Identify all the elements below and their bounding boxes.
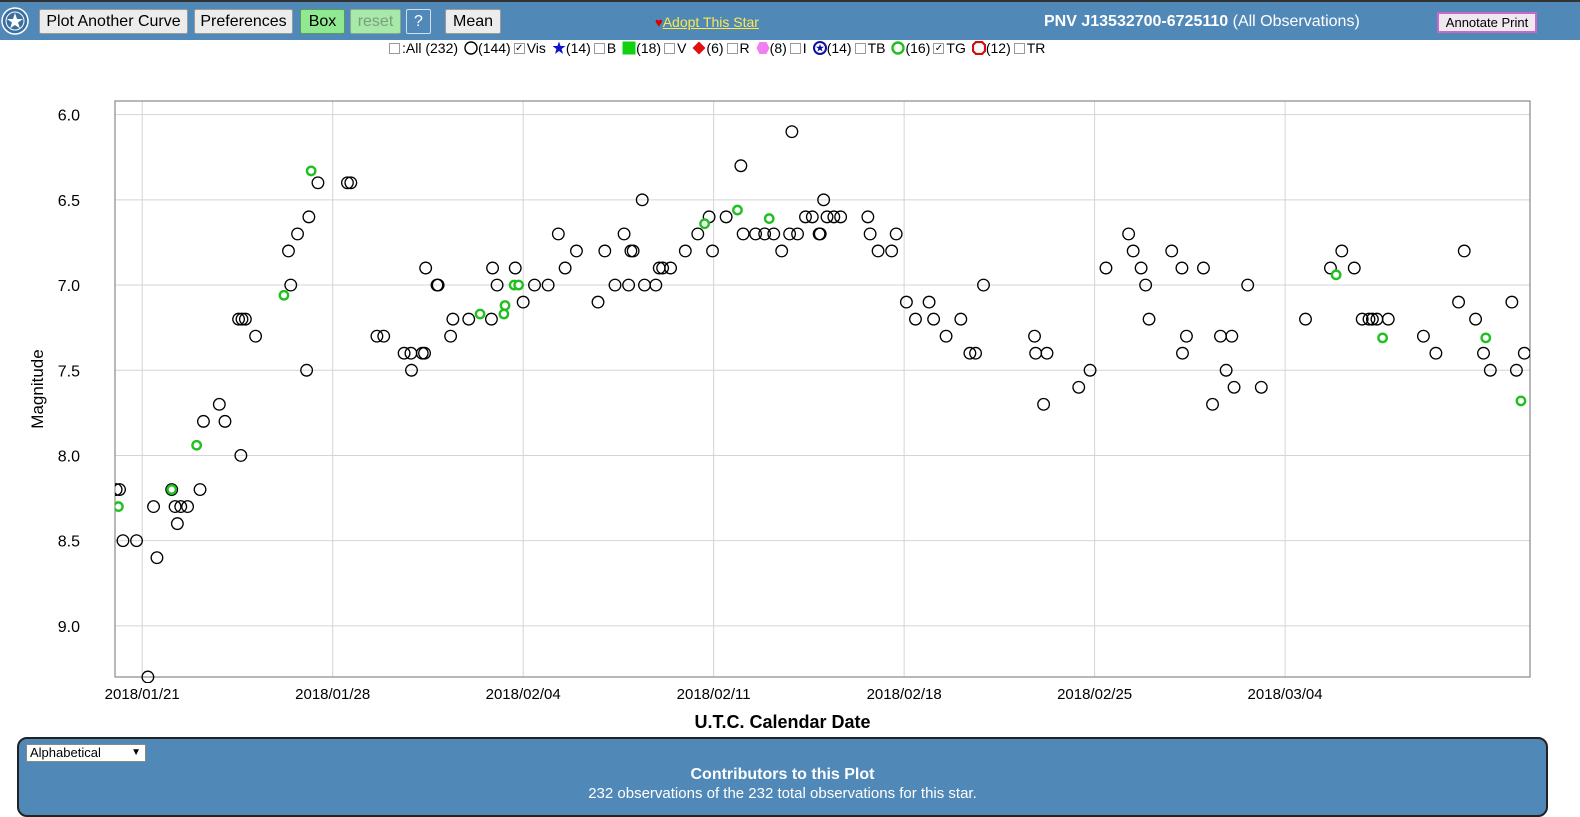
legend-item-b: (14) B bbox=[548, 40, 618, 56]
legend-item-tr: (12) TR bbox=[968, 40, 1048, 56]
x-tick-label: 2018/01/21 bbox=[105, 686, 180, 703]
y-tick-label: 7.0 bbox=[58, 278, 80, 295]
tg-point[interactable] bbox=[498, 308, 510, 320]
tg-point[interactable] bbox=[732, 204, 743, 216]
legend-count: (18) bbox=[636, 40, 662, 56]
x-tick-label: 2018/02/25 bbox=[1057, 686, 1132, 703]
sort-order-value: Alphabetical bbox=[30, 745, 101, 760]
legend-checkbox[interactable]: ✓ bbox=[933, 42, 945, 54]
tg-point[interactable] bbox=[763, 213, 775, 224]
tg-point[interactable] bbox=[166, 484, 178, 495]
star-name: PNV J13532700-6725110 bbox=[1044, 13, 1229, 30]
legend-label: TG bbox=[946, 40, 966, 56]
legend-label: Vis bbox=[526, 40, 546, 56]
annotate-print-button[interactable]: Annotate Print bbox=[1437, 12, 1537, 33]
legend-checkbox[interactable] bbox=[1013, 42, 1025, 54]
tg-point[interactable] bbox=[499, 300, 511, 311]
hexagon-icon bbox=[756, 42, 770, 54]
plot-area bbox=[115, 101, 1530, 677]
contributors-title: Contributors to this Plot bbox=[690, 766, 875, 783]
legend-label: TR bbox=[1026, 40, 1046, 56]
legend-count: (14) bbox=[565, 40, 591, 56]
legend-label: TB bbox=[867, 40, 886, 56]
legend-checkbox[interactable] bbox=[593, 42, 605, 54]
y-tick-label: 6.5 bbox=[58, 193, 80, 210]
sort-order-select[interactable]: Alphabetical ▼ bbox=[26, 744, 146, 762]
legend-item-tg: (16) ✓ TG bbox=[887, 40, 967, 56]
contributors-subtitle: 232 observations of the 232 total observ… bbox=[588, 785, 977, 802]
legend-label: :All (232) bbox=[402, 40, 459, 56]
x-tick-label: 2018/01/28 bbox=[295, 686, 370, 703]
red-octagon-icon bbox=[971, 41, 986, 55]
legend-label: B bbox=[606, 40, 617, 56]
tg-point[interactable] bbox=[1330, 269, 1342, 281]
legend-item-v: (18) V bbox=[618, 40, 688, 56]
legend-label: I bbox=[802, 40, 807, 56]
star-scope: (All Observations) bbox=[1232, 13, 1360, 30]
x-tick-label: 2018/02/18 bbox=[867, 686, 942, 703]
tg-point[interactable] bbox=[513, 279, 525, 291]
legend-checkbox[interactable] bbox=[389, 42, 400, 54]
legend-item-i: (8) I bbox=[752, 40, 809, 56]
tg-point[interactable] bbox=[305, 165, 317, 177]
tg-point[interactable] bbox=[278, 289, 290, 301]
legend-item-vis: (144) ✓ Vis bbox=[460, 40, 548, 56]
green-ring-icon bbox=[891, 41, 906, 55]
contributors-panel: Alphabetical ▼ Contributors to this Plot… bbox=[17, 737, 1548, 817]
box-button[interactable]: Box bbox=[300, 9, 345, 34]
y-tick-label: 8.0 bbox=[58, 448, 80, 465]
legend-count: (8) bbox=[769, 40, 787, 56]
band-legend: :All (232) (144) ✓ Vis (14) B (18) V (6) R (8) I (14… bbox=[386, 39, 1047, 57]
tg-point[interactable] bbox=[699, 218, 710, 230]
tg-point[interactable] bbox=[1515, 395, 1527, 407]
legend-count: (16) bbox=[905, 40, 931, 56]
legend-count: (144) bbox=[478, 40, 511, 56]
legend-checkbox[interactable] bbox=[789, 42, 801, 54]
y-tick-label: 6.0 bbox=[58, 108, 80, 125]
legend-item-r: (6) R bbox=[688, 40, 751, 56]
legend-count: (6) bbox=[706, 40, 724, 56]
y-tick-label: 9.0 bbox=[58, 619, 80, 636]
y-axis-title: Magnitude bbox=[28, 349, 47, 428]
legend-item-all232: :All (232) bbox=[386, 40, 460, 56]
legend-label: V bbox=[677, 40, 687, 56]
chevron-down-icon: ▼ bbox=[131, 747, 141, 758]
legend-checkbox[interactable] bbox=[726, 42, 738, 54]
legend-checkbox[interactable] bbox=[664, 42, 676, 54]
reset-button[interactable]: reset bbox=[350, 9, 401, 34]
y-tick-label: 8.5 bbox=[58, 534, 80, 551]
ring-star-icon bbox=[812, 41, 827, 55]
y-tick-label: 7.5 bbox=[58, 363, 80, 380]
help-button[interactable]: ? bbox=[406, 9, 431, 34]
x-tick-label: 2018/02/04 bbox=[486, 686, 561, 703]
legend-checkbox[interactable]: ✓ bbox=[513, 42, 525, 54]
x-tick-label: 2018/02/11 bbox=[677, 686, 751, 703]
legend-count: (12) bbox=[985, 40, 1011, 56]
heart-icon: ♥ bbox=[655, 15, 663, 30]
plot-another-curve-button[interactable]: Plot Another Curve bbox=[39, 9, 188, 34]
tg-point[interactable] bbox=[474, 308, 486, 320]
star-icon bbox=[552, 41, 566, 54]
legend-item-tb: (14) TB bbox=[809, 40, 888, 56]
light-curve-chart: 6.0 6.5 7.0 7.5 8.0 8.5 9.0 2018/01/21 2018/01/2… bbox=[28, 100, 1531, 732]
legend-checkbox[interactable] bbox=[854, 42, 866, 54]
legend-label: R bbox=[739, 40, 750, 56]
square-icon bbox=[622, 41, 636, 55]
open-circle-icon bbox=[464, 41, 478, 55]
diamond-icon bbox=[692, 41, 706, 55]
tg-point[interactable] bbox=[1480, 332, 1492, 344]
preferences-button[interactable]: Preferences bbox=[194, 9, 293, 34]
x-axis-title: U.T.C. Calendar Date bbox=[694, 712, 870, 732]
tg-point[interactable] bbox=[114, 501, 124, 512]
mean-button[interactable]: Mean bbox=[445, 9, 501, 34]
tg-point[interactable] bbox=[191, 439, 203, 451]
top-toolbar: Plot Another Curve Preferences Box reset… bbox=[0, 0, 1580, 40]
adopt-star-link[interactable]: Adopt This Star bbox=[663, 14, 759, 30]
adopt-star[interactable]: ♥Adopt This Star bbox=[655, 14, 759, 30]
x-tick-label: 2018/03/04 bbox=[1248, 686, 1323, 703]
tg-point[interactable] bbox=[1377, 332, 1389, 344]
aavso-logo-icon[interactable] bbox=[1, 7, 29, 35]
star-title: PNV J13532700-6725110 (All Observations) bbox=[1044, 13, 1360, 31]
legend-count: (14) bbox=[826, 40, 852, 56]
